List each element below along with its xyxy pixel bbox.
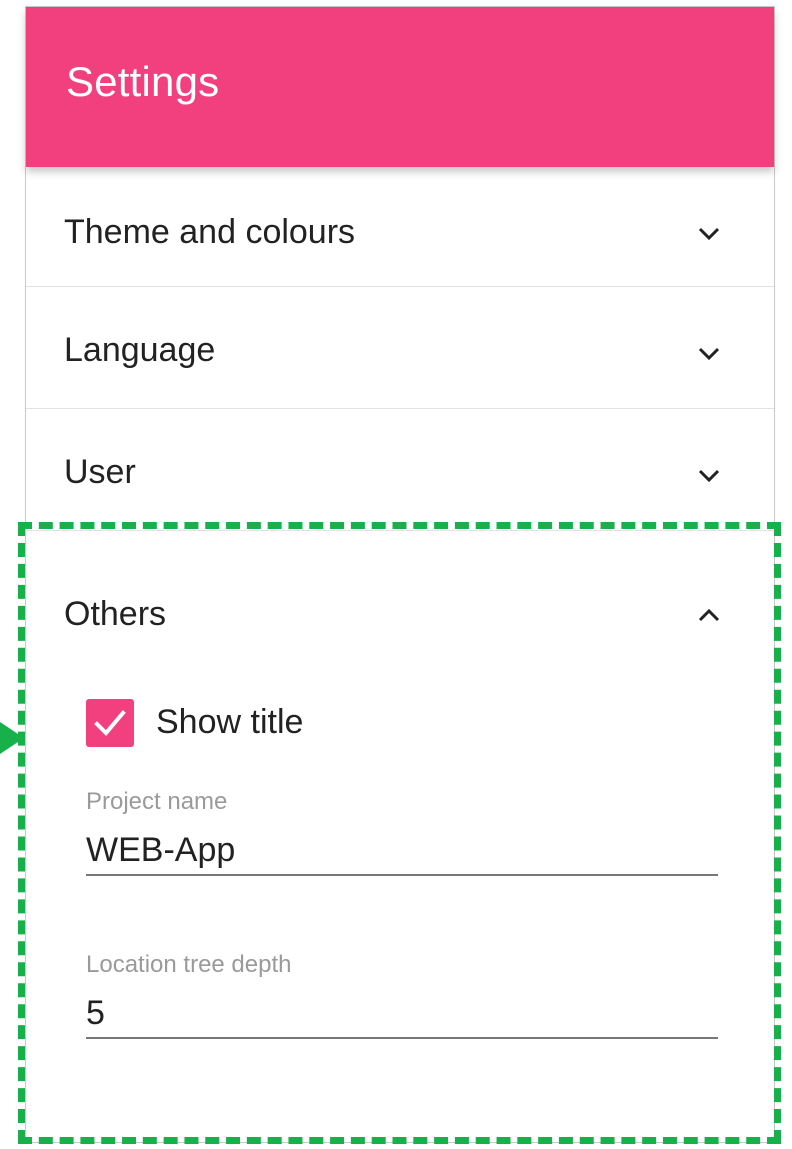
show-title-checkbox[interactable]: Show title <box>86 697 486 749</box>
accordion-item-label: Theme and colours <box>64 213 356 251</box>
settings-header: Settings <box>26 7 774 167</box>
others-section-content: Show title Project name Location tree de… <box>26 532 774 1132</box>
checkmark-icon <box>94 710 126 736</box>
checkbox-checked[interactable] <box>86 699 134 747</box>
accordion-item-language[interactable]: Language <box>26 287 774 409</box>
accordion-item-user[interactable]: User <box>26 409 774 531</box>
project-name-field: Project name <box>86 790 718 890</box>
chevron-down-icon <box>698 227 720 241</box>
location-tree-depth-label: Location tree depth <box>86 951 292 978</box>
chevron-down-icon <box>698 347 720 361</box>
project-name-label: Project name <box>86 788 228 815</box>
project-name-input[interactable] <box>86 826 718 876</box>
accordion-item-theme-and-colours[interactable]: Theme and colours <box>26 167 774 287</box>
page-title: Settings <box>66 58 220 105</box>
show-title-label: Show title <box>156 703 304 741</box>
chevron-down-icon <box>698 469 720 483</box>
location-tree-depth-input[interactable] <box>86 989 718 1039</box>
location-tree-depth-field: Location tree depth <box>86 953 718 1053</box>
highlight-arrow-icon <box>0 722 24 754</box>
accordion-item-label: Language <box>64 331 216 369</box>
accordion-item-label: User <box>64 453 136 491</box>
settings-panel: Settings Theme and colours Language User… <box>25 6 775 1143</box>
